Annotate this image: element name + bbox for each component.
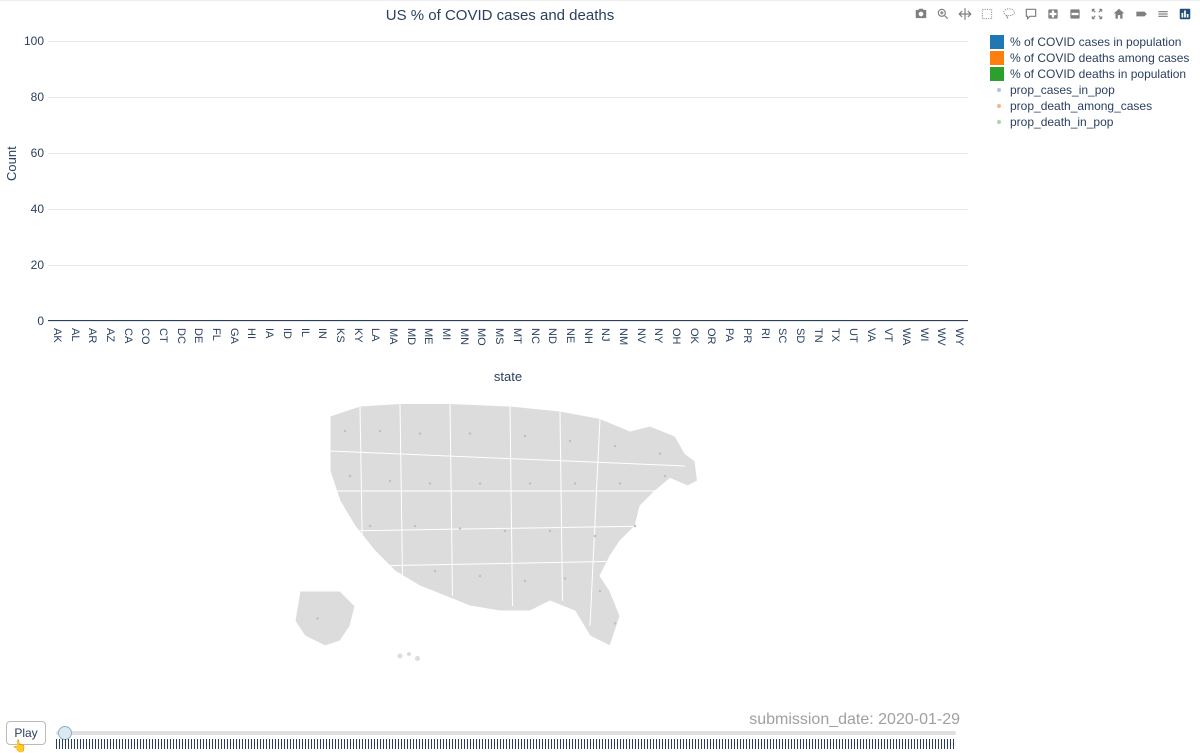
slider-thumb[interactable] bbox=[58, 726, 72, 740]
x-tick: GA bbox=[228, 328, 240, 344]
date-slider[interactable] bbox=[56, 731, 956, 735]
legend-dot bbox=[990, 99, 1004, 113]
x-tick: RI bbox=[759, 328, 771, 339]
bar-chart-area bbox=[48, 41, 968, 321]
x-tick: IL bbox=[299, 328, 311, 337]
x-tick: VT bbox=[882, 328, 894, 342]
y-tick: 40 bbox=[22, 202, 44, 216]
x-tick: KY bbox=[352, 328, 364, 343]
x-tick: NC bbox=[529, 328, 541, 344]
x-tick: AK bbox=[51, 328, 63, 343]
x-tick: ME bbox=[422, 328, 434, 345]
x-tick: NH bbox=[582, 328, 594, 344]
y-tick: 80 bbox=[22, 90, 44, 104]
x-tick: KS bbox=[334, 328, 346, 343]
play-button[interactable]: Play bbox=[6, 721, 46, 745]
x-tick: SC bbox=[776, 328, 788, 343]
x-tick: NJ bbox=[599, 328, 611, 341]
y-tick: 100 bbox=[22, 34, 44, 48]
x-tick: MA bbox=[387, 328, 399, 345]
legend-swatch bbox=[990, 51, 1004, 65]
toggle-icon[interactable] bbox=[1154, 5, 1172, 23]
x-tick: MT bbox=[511, 328, 523, 344]
y-axis-label: Count bbox=[4, 146, 19, 181]
x-tick-container: AK AL AR AZ CA CO CT DC DE FL GA HI IA ID IL IN KS KY LA MA… bbox=[48, 326, 968, 366]
x-tick: WY bbox=[953, 328, 965, 346]
x-tick: NE bbox=[564, 328, 576, 343]
x-tick: DC bbox=[175, 328, 187, 344]
x-tick: ND bbox=[546, 328, 558, 344]
x-tick: ID bbox=[281, 328, 293, 339]
x-tick: HI bbox=[245, 328, 257, 339]
x-tick: DE bbox=[192, 328, 204, 343]
legend-label: % of COVID cases in population bbox=[1010, 35, 1181, 49]
tooltip-icon[interactable] bbox=[1132, 5, 1150, 23]
x-tick: OR bbox=[705, 328, 717, 345]
comment-icon[interactable] bbox=[1022, 5, 1040, 23]
legend-swatch bbox=[990, 35, 1004, 49]
x-tick: MI bbox=[440, 328, 452, 340]
legend: % of COVID cases in population % of COVI… bbox=[990, 35, 1194, 131]
lasso-icon[interactable] bbox=[1000, 5, 1018, 23]
x-tick: MN bbox=[458, 328, 470, 345]
x-tick: WI bbox=[918, 328, 930, 341]
chart-title: US % of COVID cases and deaths bbox=[0, 7, 1000, 24]
us-map[interactable] bbox=[270, 371, 750, 681]
x-tick: CA bbox=[122, 328, 134, 343]
x-tick: TN bbox=[812, 328, 824, 343]
legend-label: prop_death_among_cases bbox=[1010, 99, 1152, 113]
x-tick: CT bbox=[157, 328, 169, 343]
legend-label: % of COVID deaths among cases bbox=[1010, 51, 1189, 65]
x-tick: WV bbox=[935, 328, 947, 346]
legend-label: % of COVID deaths in population bbox=[1010, 67, 1186, 81]
legend-item-prop-cases[interactable]: prop_cases_in_pop bbox=[990, 83, 1194, 97]
y-tick: 20 bbox=[22, 258, 44, 272]
zoom-in-icon[interactable] bbox=[1044, 5, 1062, 23]
legend-label: prop_cases_in_pop bbox=[1010, 83, 1115, 97]
legend-item-cases-in-pop[interactable]: % of COVID cases in population bbox=[990, 35, 1194, 49]
x-tick: PR bbox=[741, 328, 753, 343]
x-tick: IA bbox=[263, 328, 275, 338]
x-tick: VA bbox=[865, 328, 877, 342]
submission-date-label: submission_date: 2020-01-29 bbox=[749, 711, 960, 729]
x-tick: IN bbox=[316, 328, 328, 339]
x-tick: NM bbox=[617, 328, 629, 345]
x-tick: MD bbox=[405, 328, 417, 345]
x-tick: SD bbox=[794, 328, 806, 343]
x-tick: UT bbox=[847, 328, 859, 343]
x-tick: TX bbox=[829, 328, 841, 342]
legend-item-deaths-in-pop[interactable]: % of COVID deaths in population bbox=[990, 67, 1194, 81]
x-tick: AR bbox=[86, 328, 98, 343]
x-tick: WA bbox=[900, 328, 912, 345]
legend-dot bbox=[990, 115, 1004, 129]
x-tick: MO bbox=[475, 328, 487, 346]
plotly-logo-icon[interactable] bbox=[1176, 5, 1194, 23]
legend-item-prop-death-cases[interactable]: prop_death_among_cases bbox=[990, 99, 1194, 113]
y-tick: 0 bbox=[22, 314, 44, 328]
zoom-out-icon[interactable] bbox=[1066, 5, 1084, 23]
legend-swatch bbox=[990, 67, 1004, 81]
x-tick: FL bbox=[210, 328, 222, 341]
legend-item-prop-death-pop[interactable]: prop_death_in_pop bbox=[990, 115, 1194, 129]
x-tick: AZ bbox=[104, 328, 116, 342]
legend-label: prop_death_in_pop bbox=[1010, 115, 1113, 129]
x-tick: MS bbox=[493, 328, 505, 345]
x-tick: AL bbox=[69, 328, 81, 341]
x-tick: PA bbox=[723, 328, 735, 342]
x-tick: NY bbox=[652, 328, 664, 343]
legend-item-deaths-among-cases[interactable]: % of COVID deaths among cases bbox=[990, 51, 1194, 65]
home-icon[interactable] bbox=[1110, 5, 1128, 23]
x-tick: NV bbox=[635, 328, 647, 343]
slider-tick-marks bbox=[56, 739, 956, 749]
y-tick: 60 bbox=[22, 146, 44, 160]
x-tick: OH bbox=[670, 328, 682, 345]
legend-dot bbox=[990, 83, 1004, 97]
x-tick: OK bbox=[688, 328, 700, 344]
autoscale-icon[interactable] bbox=[1088, 5, 1106, 23]
x-tick: LA bbox=[369, 328, 381, 341]
x-tick: CO bbox=[139, 328, 151, 345]
